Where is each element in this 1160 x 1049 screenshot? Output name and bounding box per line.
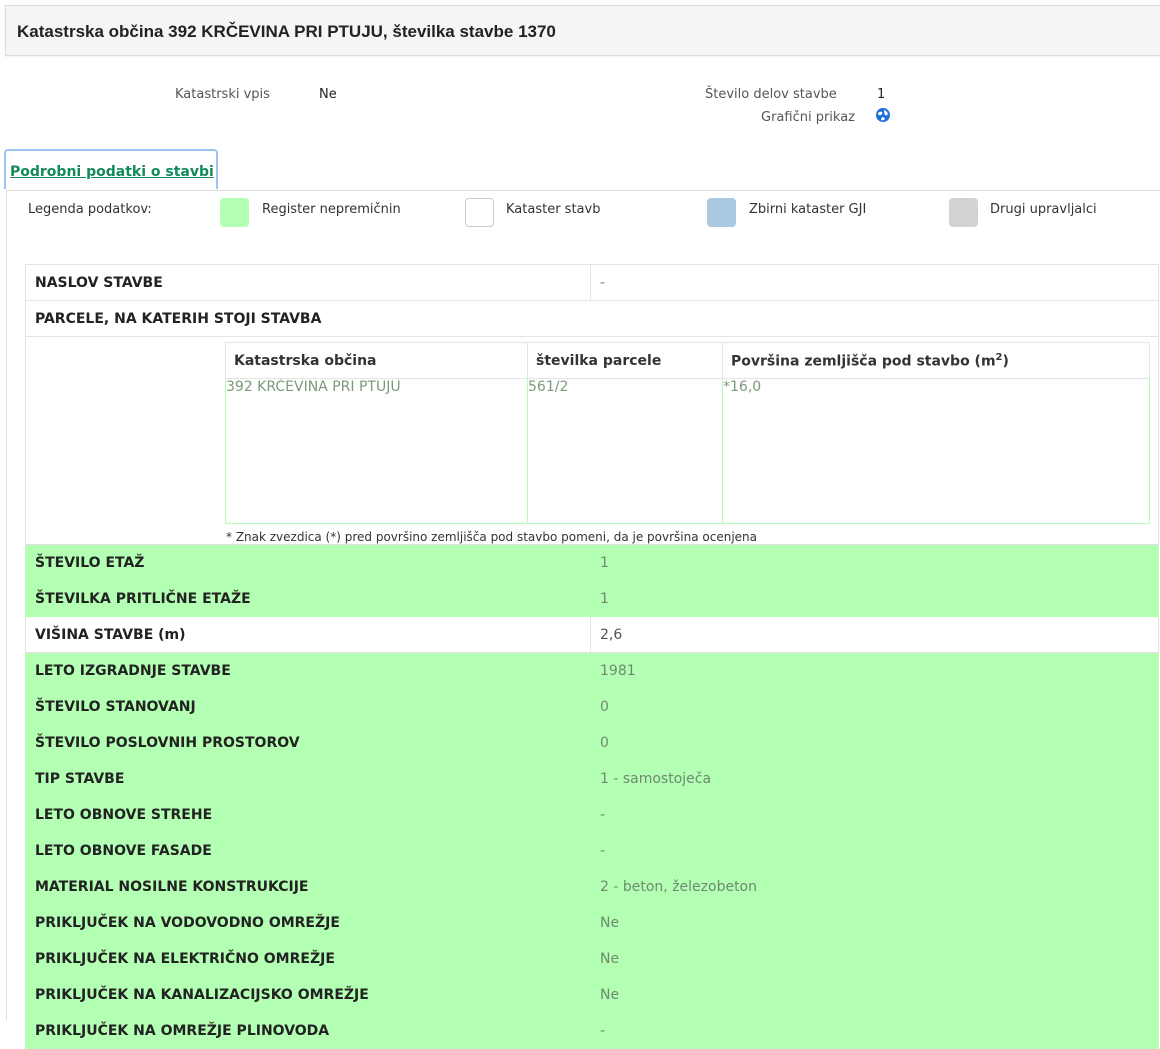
table-row: PRIKLJUČEK NA KANALIZACIJSKO OMREŽJE Ne: [25, 976, 1159, 1013]
tip-label: TIP STAVBE: [25, 760, 591, 797]
table-row: PRIKLJUČEK NA VODOVODNO OMREŽJE Ne: [25, 904, 1159, 941]
col-povrsina: Površina zemljišča pod stavbo (m2): [722, 342, 1150, 379]
stevilo-etaz-value: 1: [590, 544, 1159, 581]
building-details-table: NASLOV STAVBE - PARCELE, NA KATERIH STOJ…: [25, 264, 1159, 1049]
parcel-stevilka: 561/2: [527, 378, 723, 524]
vodovod-value: Ne: [590, 904, 1159, 941]
visina-value: 2,6: [590, 616, 1159, 653]
table-row: ŠTEVILO ETAŽ 1: [25, 544, 1159, 581]
material-label: MATERIAL NOSILNE KONSTRUKCIJE: [25, 868, 591, 905]
parcel-row: Katastrska občina številka parcele Površ…: [25, 336, 1159, 545]
legend-swatch-register: [220, 198, 249, 227]
elektrika-value: Ne: [590, 940, 1159, 977]
poslovnih-value: 0: [590, 724, 1159, 761]
pritlicne-etaze-label: ŠTEVILKA PRITLIČNE ETAŽE: [25, 580, 591, 617]
obnova-fasade-value: -: [590, 832, 1159, 869]
table-row: LETO OBNOVE STREHE -: [25, 796, 1159, 833]
leto-izgradnje-value: 1981: [590, 652, 1159, 689]
table-row: LETO IZGRADNJE STAVBE 1981: [25, 652, 1159, 689]
table-row: VIŠINA STAVBE (m) 2,6: [25, 616, 1159, 653]
katastrski-vpis-value: Ne: [319, 87, 337, 102]
stanovanj-label: ŠTEVILO STANOVANJ: [25, 688, 591, 725]
stanovanj-value: 0: [590, 688, 1159, 725]
table-row: PARCELE, NA KATERIH STOJI STAVBA: [25, 300, 1159, 337]
page-title: Katastrska občina 392 KRČEVINA PRI PTUJU…: [17, 22, 556, 41]
table-row: ŠTEVILO POSLOVNIH PROSTOROV 0: [25, 724, 1159, 761]
parcel-table: Katastrska občina številka parcele Površ…: [225, 342, 1150, 524]
parcel-header-row: Katastrska občina številka parcele Površ…: [225, 342, 1150, 379]
col-povrsina-end: ): [1002, 353, 1009, 370]
table-row: LETO OBNOVE FASADE -: [25, 832, 1159, 869]
col-povrsina-sup: 2: [995, 351, 1003, 363]
legend-title: Legenda podatkov:: [28, 202, 152, 217]
table-row: PRIKLJUČEK NA ELEKTRIČNO OMREŽJE Ne: [25, 940, 1159, 977]
stevilo-etaz-label: ŠTEVILO ETAŽ: [25, 544, 591, 581]
kanalizacija-label: PRIKLJUČEK NA KANALIZACIJSKO OMREŽJE: [25, 976, 591, 1013]
poslovnih-label: ŠTEVILO POSLOVNIH PROSTOROV: [25, 724, 591, 761]
elektrika-label: PRIKLJUČEK NA ELEKTRIČNO OMREŽJE: [25, 940, 591, 977]
col-obcina: Katastrska občina: [225, 342, 528, 379]
col-povrsina-text: Površina zemljišča pod stavbo (m: [731, 353, 996, 370]
visina-label: VIŠINA STAVBE (m): [25, 616, 591, 653]
parcel-data-row: 392 KRČEVINA PRI PTUJU 561/2 *16,0: [225, 378, 1150, 524]
kanalizacija-value: Ne: [590, 976, 1159, 1013]
table-row: PRIKLJUČEK NA OMREŽJE PLINOVODA -: [25, 1012, 1159, 1049]
table-row: MATERIAL NOSILNE KONSTRUKCIJE 2 - beton,…: [25, 868, 1159, 905]
globe-icon[interactable]: [875, 107, 891, 123]
plinovod-label: PRIKLJUČEK NA OMREŽJE PLINOVODA: [25, 1012, 591, 1049]
obnova-strehe-label: LETO OBNOVE STREHE: [25, 796, 591, 833]
page-header: Katastrska občina 392 KRČEVINA PRI PTUJU…: [5, 5, 1160, 56]
pritlicne-etaze-value: 1: [590, 580, 1159, 617]
parcel-cell: Katastrska občina številka parcele Površ…: [25, 336, 1159, 545]
obnova-strehe-value: -: [590, 796, 1159, 833]
legend-label-drugi: Drugi upravljalci: [990, 202, 1097, 217]
legend-swatch-kataster: [465, 198, 494, 227]
stevilo-delov-label: Število delov stavbe: [705, 87, 837, 102]
parcel-obcina: 392 KRČEVINA PRI PTUJU: [225, 378, 528, 524]
tip-value: 1 - samostoječa: [590, 760, 1159, 797]
tab-podrobni-podatki-link[interactable]: Podrobni podatki o stavbi: [10, 164, 214, 180]
col-stevilka: številka parcele: [527, 342, 723, 379]
legend-swatch-gji: [707, 198, 736, 227]
obnova-fasade-label: LETO OBNOVE FASADE: [25, 832, 591, 869]
legend-label-register: Register nepremičnin: [262, 202, 401, 217]
legend-label-kataster: Kataster stavb: [506, 202, 601, 217]
stevilo-delov-value: 1: [877, 87, 886, 102]
plinovod-value: -: [590, 1012, 1159, 1049]
table-row: NASLOV STAVBE -: [25, 264, 1159, 301]
tab-podrobni-podatki[interactable]: Podrobni podatki o stavbi: [4, 149, 218, 189]
table-row: ŠTEVILKA PRITLIČNE ETAŽE 1: [25, 580, 1159, 617]
parcele-label: PARCELE, NA KATERIH STOJI STAVBA: [25, 300, 1159, 337]
legend-label-gji: Zbirni kataster GJI: [749, 202, 867, 217]
naslov-label: NASLOV STAVBE: [25, 264, 591, 301]
vodovod-label: PRIKLJUČEK NA VODOVODNO OMREŽJE: [25, 904, 591, 941]
table-row: ŠTEVILO STANOVANJ 0: [25, 688, 1159, 725]
katastrski-vpis-label: Katastrski vpis: [175, 87, 270, 102]
parcel-povrsina: *16,0: [722, 378, 1150, 524]
leto-izgradnje-label: LETO IZGRADNJE STAVBE: [25, 652, 591, 689]
table-row: TIP STAVBE 1 - samostoječa: [25, 760, 1159, 797]
graficni-prikaz-label: Grafični prikaz: [761, 110, 856, 125]
legend-swatch-drugi: [949, 198, 978, 227]
naslov-value: -: [590, 264, 1159, 301]
parcel-note: * Znak zvezdica (*) pred površino zemlji…: [226, 530, 758, 544]
material-value: 2 - beton, železobeton: [590, 868, 1159, 905]
